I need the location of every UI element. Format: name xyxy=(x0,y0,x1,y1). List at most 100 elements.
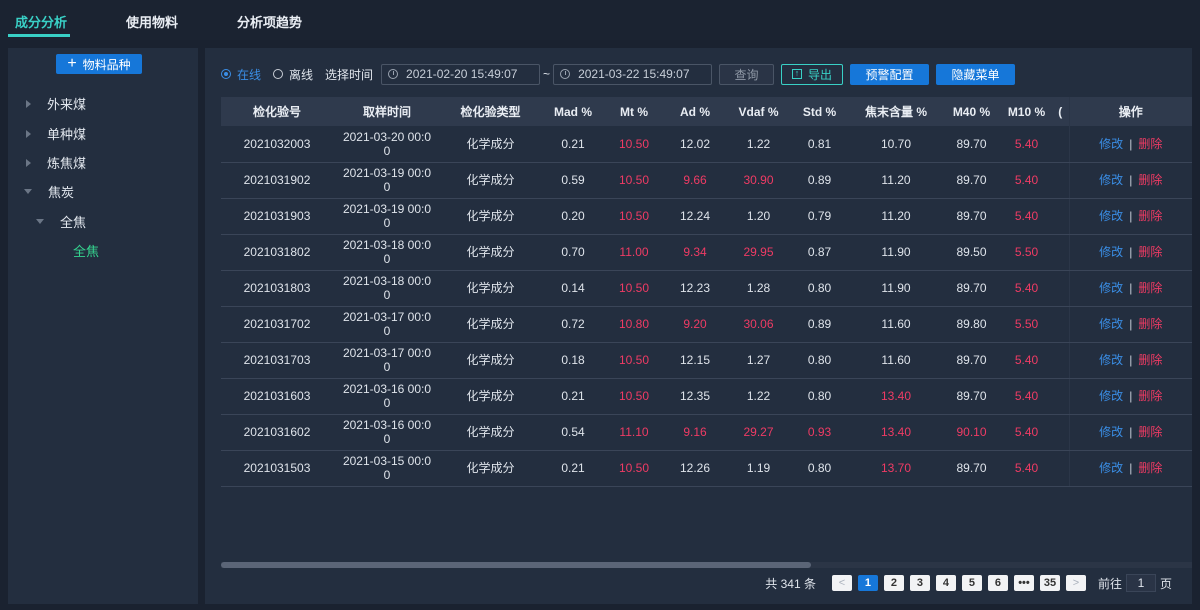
page-button-1[interactable]: 1 xyxy=(857,575,878,591)
goto-label: 前往 xyxy=(1097,576,1122,591)
edit-link[interactable]: 修改 xyxy=(1099,389,1123,403)
tree-item-coking-coal[interactable]: 炼焦煤 xyxy=(26,153,86,172)
page-button-2[interactable]: 2 xyxy=(883,575,904,591)
scrollbar-thumb[interactable] xyxy=(221,562,811,568)
edit-link[interactable]: 修改 xyxy=(1099,137,1123,151)
tree-item-external-coal[interactable]: 外来煤 xyxy=(26,94,86,113)
sample-time-line1: 2021-03-15 00:0 xyxy=(342,454,432,468)
page-button-4[interactable]: 4 xyxy=(935,575,956,591)
cell-sample-time: 2021-03-20 00:0 0 xyxy=(333,126,441,163)
col-header-m40[interactable]: M40 % xyxy=(942,97,1001,126)
tab-materials-used[interactable]: 使用物料 xyxy=(126,12,178,31)
col-header-mad[interactable]: Mad % xyxy=(540,97,606,126)
radio-online-label: 在线 xyxy=(237,67,262,82)
tree-item-coke[interactable]: 焦炭 xyxy=(24,182,74,201)
delete-link[interactable]: 删除 xyxy=(1138,317,1162,331)
page-button-35[interactable]: 35 xyxy=(1039,575,1060,591)
col-header-mt[interactable]: Mt % xyxy=(606,97,662,126)
cell-test-type: 化学成分 xyxy=(441,414,540,451)
col-header-test-no[interactable]: 检化验号 xyxy=(221,97,333,126)
edit-link[interactable]: 修改 xyxy=(1099,245,1123,259)
col-header-std[interactable]: Std % xyxy=(789,97,850,126)
table-row[interactable]: 2021031503 2021-03-15 00:0 0 化学成分 0.21 10.50 1… xyxy=(221,450,1192,487)
add-material-type-button[interactable]: + 物料品种 xyxy=(56,54,142,74)
tab-analysis-trend[interactable]: 分析项趋势 xyxy=(237,12,302,31)
delete-link[interactable]: 删除 xyxy=(1138,209,1162,223)
plus-icon: + xyxy=(67,55,77,72)
page-button-3[interactable]: 3 xyxy=(909,575,930,591)
cell-jm: 11.60 xyxy=(850,342,942,379)
query-button[interactable]: 查询 xyxy=(719,63,775,85)
delete-link[interactable]: 删除 xyxy=(1138,281,1162,295)
cell-mad: 0.54 xyxy=(540,414,606,451)
col-header-vdaf[interactable]: Vdaf % xyxy=(728,97,789,126)
cell-actions: 修改 | 删除 xyxy=(1068,342,1192,379)
col-header-truncated[interactable]: ( xyxy=(1052,97,1069,126)
action-separator: | xyxy=(1129,281,1133,295)
more-pages-ellipsis[interactable]: ••• xyxy=(1013,575,1034,591)
warning-config-button[interactable]: 预警配置 xyxy=(850,63,930,85)
edit-link[interactable]: 修改 xyxy=(1099,353,1123,367)
edit-link[interactable]: 修改 xyxy=(1099,461,1123,475)
radio-online[interactable]: 在线 xyxy=(221,66,261,83)
col-header-ad[interactable]: Ad % xyxy=(662,97,728,126)
delete-link[interactable]: 删除 xyxy=(1138,245,1162,259)
tree-item-single-coal[interactable]: 单种煤 xyxy=(26,124,86,143)
edit-link[interactable]: 修改 xyxy=(1099,209,1123,223)
cell-mad: 0.18 xyxy=(540,342,606,379)
cell-std: 0.89 xyxy=(789,306,850,343)
col-header-sample-time[interactable]: 取样时间 xyxy=(333,97,441,126)
table-row[interactable]: 2021031603 2021-03-16 00:0 0 化学成分 0.21 10.50 1… xyxy=(221,378,1192,415)
cell-mt: 10.50 xyxy=(606,162,662,199)
horizontal-scrollbar[interactable] xyxy=(221,562,1192,568)
start-date-input[interactable]: 2021-02-20 15:49:07 xyxy=(381,63,541,85)
sample-time-line1: 2021-03-17 00:0 xyxy=(342,346,432,360)
tree-item-whole-coke[interactable]: 全焦 xyxy=(36,212,86,231)
hide-menu-button[interactable]: 隐藏菜单 xyxy=(936,63,1016,85)
edit-link[interactable]: 修改 xyxy=(1099,425,1123,439)
tab-composition-analysis[interactable]: 成分分析 xyxy=(15,12,67,31)
cell-jm: 13.70 xyxy=(850,450,942,487)
cell-jm: 11.20 xyxy=(850,162,942,199)
table-row[interactable]: 2021031602 2021-03-16 00:0 0 化学成分 0.54 11.10 9… xyxy=(221,414,1192,451)
delete-link[interactable]: 删除 xyxy=(1138,389,1162,403)
table-row[interactable]: 2021031803 2021-03-18 00:0 0 化学成分 0.14 10.50 1… xyxy=(221,270,1192,307)
sample-time-line1: 2021-03-19 00:0 xyxy=(342,166,432,180)
delete-link[interactable]: 删除 xyxy=(1138,425,1162,439)
delete-link[interactable]: 删除 xyxy=(1138,353,1162,367)
end-date-input[interactable]: 2021-03-22 15:49:07 xyxy=(553,63,713,85)
table-row[interactable]: 2021032003 2021-03-20 00:0 0 化学成分 0.21 10.50 1… xyxy=(221,126,1192,163)
tree-leaf-whole-coke[interactable]: 全焦 xyxy=(73,241,99,260)
delete-link[interactable]: 删除 xyxy=(1138,173,1162,187)
table-row[interactable]: 2021031702 2021-03-17 00:0 0 化学成分 0.72 10.80 9… xyxy=(221,306,1192,343)
table-row[interactable]: 2021031902 2021-03-19 00:0 0 化学成分 0.59 10.50 9… xyxy=(221,162,1192,199)
export-button[interactable]: ↑ 导出 xyxy=(781,63,844,85)
page-button-6[interactable]: 6 xyxy=(987,575,1008,591)
cell-std: 0.79 xyxy=(789,198,850,235)
edit-link[interactable]: 修改 xyxy=(1099,173,1123,187)
cell-m40: 89.70 xyxy=(942,378,1001,415)
table-row[interactable]: 2021031802 2021-03-18 00:0 0 化学成分 0.70 11.00 9… xyxy=(221,234,1192,271)
delete-link[interactable]: 删除 xyxy=(1138,137,1162,151)
edit-link[interactable]: 修改 xyxy=(1099,281,1123,295)
table-row[interactable]: 2021031703 2021-03-17 00:0 0 化学成分 0.18 10.50 1… xyxy=(221,342,1192,379)
page-button-5[interactable]: 5 xyxy=(961,575,982,591)
cell-test-no: 2021031602 xyxy=(221,414,333,451)
cell-ad: 9.16 xyxy=(662,414,728,451)
cell-vdaf: 1.22 xyxy=(728,378,789,415)
action-separator: | xyxy=(1129,136,1133,151)
col-header-test-type[interactable]: 检化验类型 xyxy=(441,97,540,126)
cell-mt: 10.50 xyxy=(606,378,662,415)
col-header-m10[interactable]: M10 % xyxy=(1001,97,1052,126)
next-page-button[interactable]: > xyxy=(1065,575,1086,591)
radio-offline[interactable]: 离线 xyxy=(273,66,313,83)
col-header-coke-fines[interactable]: 焦末含量 % xyxy=(850,97,942,126)
edit-link[interactable]: 修改 xyxy=(1099,317,1123,331)
pagination: 共 341 条 < 1 2 3 4 5 6 ••• 35 > 前往 1 页 xyxy=(765,574,1172,592)
goto-page-input[interactable]: 1 xyxy=(1125,574,1156,592)
delete-link[interactable]: 删除 xyxy=(1138,461,1162,475)
radio-offline-label: 离线 xyxy=(289,67,314,82)
prev-page-button[interactable]: < xyxy=(831,575,852,591)
top-tab-bar: 成分分析 使用物料 分析项趋势 xyxy=(0,0,1200,40)
table-row[interactable]: 2021031903 2021-03-19 00:0 0 化学成分 0.20 10.50 1… xyxy=(221,198,1192,235)
